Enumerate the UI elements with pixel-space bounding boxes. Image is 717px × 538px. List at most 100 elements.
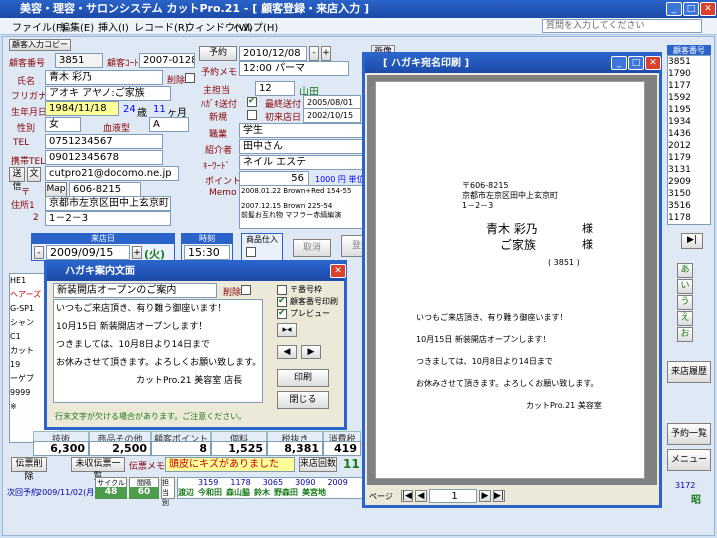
dm-checkbox[interactable] [247, 96, 257, 107]
print-button[interactable]: 印刷 [277, 369, 329, 387]
help-search-input[interactable]: 質問を入力してください [542, 19, 702, 33]
visit-date-field[interactable]: 2009/09/15 [46, 245, 130, 260]
minimize-icon[interactable]: _ [666, 2, 682, 16]
kana-e-button[interactable]: え [677, 311, 693, 326]
last-page-icon[interactable]: ▶| [493, 490, 505, 502]
reserve-minus-button[interactable]: - [309, 46, 319, 61]
first-page-icon[interactable]: |◀ [401, 490, 413, 502]
address2-field[interactable]: 1－2－3 [45, 211, 171, 226]
next-customer-button[interactable]: ▶| [681, 233, 703, 249]
staff-name[interactable]: 渡辺 [178, 487, 194, 498]
reserve-date-field[interactable]: 2010/12/08 [239, 46, 307, 61]
mobile-field[interactable]: 09012345678 [45, 150, 163, 165]
new-checkbox[interactable] [247, 110, 257, 120]
list-item[interactable]: 3851 [668, 56, 710, 68]
birth-field[interactable]: 1984/11/18 [45, 101, 119, 116]
menu-help[interactable]: ヘルプ(H) [233, 19, 278, 34]
hagaki-body-text[interactable]: いつもご来店頂き、有り難う御座います！ 10月15日 新装開店オープンします！ … [53, 299, 263, 403]
visit-count-button[interactable]: 来店回数 [299, 457, 337, 472]
list-item[interactable]: 3150 [668, 188, 710, 200]
address1-field[interactable]: 京都市左京区田中上玄京町 [45, 196, 171, 211]
menu-file[interactable]: ファイル(F) [12, 19, 66, 34]
customer-code-field[interactable]: 2007-0128 [139, 53, 195, 68]
preview-maximize-icon[interactable]: □ [628, 56, 644, 70]
staff-name[interactable]: 森山脇 [226, 487, 250, 498]
preview-minimize-icon[interactable]: _ [611, 56, 627, 70]
kana-field[interactable]: アオキ アヤノ:ご家族 [45, 86, 171, 101]
close-icon[interactable]: ✕ [700, 2, 716, 16]
visit-date-minus[interactable]: - [34, 246, 44, 259]
menu-record[interactable]: レコード(R) [134, 19, 189, 34]
print-number-checkbox[interactable] [277, 296, 287, 307]
visit-history-button[interactable]: 来店履歴 [667, 361, 711, 383]
preview-checkbox[interactable] [277, 308, 287, 319]
staff-name[interactable]: 美宮地 [302, 487, 326, 498]
list-item[interactable]: 1934 [668, 116, 710, 128]
list-item[interactable]: 1178 [668, 212, 710, 224]
slip-delete-button[interactable]: 伝票削除 [11, 457, 47, 482]
intro-field[interactable]: 田中さん [239, 139, 369, 154]
close-button[interactable]: 閉じる [277, 391, 329, 409]
list-item[interactable]: 3131 [668, 164, 710, 176]
delete-checkbox[interactable] [185, 73, 195, 83]
reserve-button[interactable]: 予約 [199, 46, 237, 61]
staff-name[interactable]: 今和田 [198, 487, 222, 498]
name-field[interactable]: 青木 彩乃 [45, 70, 163, 85]
staff-name[interactable]: 野森田 [274, 487, 298, 498]
staff-select[interactable]: 12 [255, 81, 295, 96]
maximize-icon[interactable]: □ [683, 2, 699, 16]
zip-frame-checkbox[interactable] [277, 285, 287, 295]
item-stock-checkbox[interactable] [246, 247, 256, 257]
mail-text-button[interactable]: 文 [27, 167, 41, 182]
next-button[interactable]: ▶ [301, 345, 321, 359]
next-page-icon[interactable]: ▶ [479, 490, 491, 502]
reserve-memo-field[interactable]: 12:00 パーマ [239, 61, 349, 76]
list-item[interactable]: 1790 [668, 68, 710, 80]
list-item[interactable]: 2909 [668, 176, 710, 188]
job-field[interactable]: 学生 [239, 123, 369, 138]
staff-name[interactable]: 鈴木 [254, 487, 270, 498]
unpaid-slip-button[interactable]: 未収伝票一覧 [71, 457, 125, 482]
list-item[interactable]: 1436 [668, 128, 710, 140]
copy-customer-button[interactable]: 顧客入力コピー [9, 39, 71, 51]
kana-i-button[interactable]: い [677, 279, 693, 294]
list-item[interactable]: 2012 [668, 140, 710, 152]
hagaki-close-icon[interactable]: ✕ [330, 264, 346, 278]
slip-memo-field[interactable]: 頭皮にキズがありました [165, 457, 295, 472]
jump-button[interactable]: ▸◂ [277, 323, 297, 337]
customer-number-field[interactable]: 3851 [55, 53, 103, 68]
list-item[interactable]: 1179 [668, 152, 710, 164]
first-visit-date[interactable]: 2002/10/15 [303, 108, 361, 123]
sex-select[interactable]: 女 [45, 117, 81, 132]
menu-insert[interactable]: 挿入(I) [98, 19, 129, 34]
prev-page-icon[interactable]: ◀ [415, 490, 427, 502]
list-item[interactable]: 1195 [668, 104, 710, 116]
list-item[interactable]: 1177 [668, 80, 710, 92]
kana-u-button[interactable]: う [677, 295, 693, 310]
blood-select[interactable]: A [149, 117, 189, 132]
map-button[interactable]: Map [45, 182, 67, 197]
kana-o-button[interactable]: お [677, 327, 693, 342]
cancel-button[interactable]: 取消 [293, 239, 331, 257]
prev-button[interactable]: ◀ [277, 345, 297, 359]
hagaki-delete-checkbox[interactable] [241, 285, 251, 295]
point-field[interactable]: 56 [239, 171, 309, 186]
hagaki-subject-field[interactable]: 新装開店オープンのご案内 [53, 283, 217, 298]
menu-edit[interactable]: 編集(E) [60, 19, 94, 34]
kana-a-button[interactable]: あ [677, 263, 693, 278]
menu-button[interactable]: メニュー [667, 449, 711, 471]
page-input[interactable]: 1 [429, 489, 477, 503]
reserve-list-button[interactable]: 予約一覧 [667, 423, 711, 445]
reserve-plus-button[interactable]: + [321, 46, 331, 61]
tel-field[interactable]: 0751234567 [45, 134, 163, 149]
preview-close-icon[interactable]: ✕ [645, 56, 661, 70]
customer-number-list[interactable]: 3851 1790 1177 1592 1195 1934 1436 2012 … [667, 55, 711, 225]
staff-list[interactable]: 3159 1178 3065 3090 2009 渡辺 今和田 森山脇 鈴木 野… [177, 477, 367, 499]
keyword-field[interactable]: ネイル エステ [239, 155, 369, 170]
visit-date-plus[interactable]: + [132, 246, 142, 259]
memo2-box[interactable]: 2008.01.22 Brown+Red 154-55 2007.12.15 B… [239, 185, 369, 229]
list-item[interactable]: 3516 [668, 200, 710, 212]
list-item[interactable]: 1592 [668, 92, 710, 104]
visit-time-field[interactable]: 15:30 [184, 245, 230, 260]
email-field[interactable]: cutpro21@docomo.ne.jp [45, 166, 179, 181]
